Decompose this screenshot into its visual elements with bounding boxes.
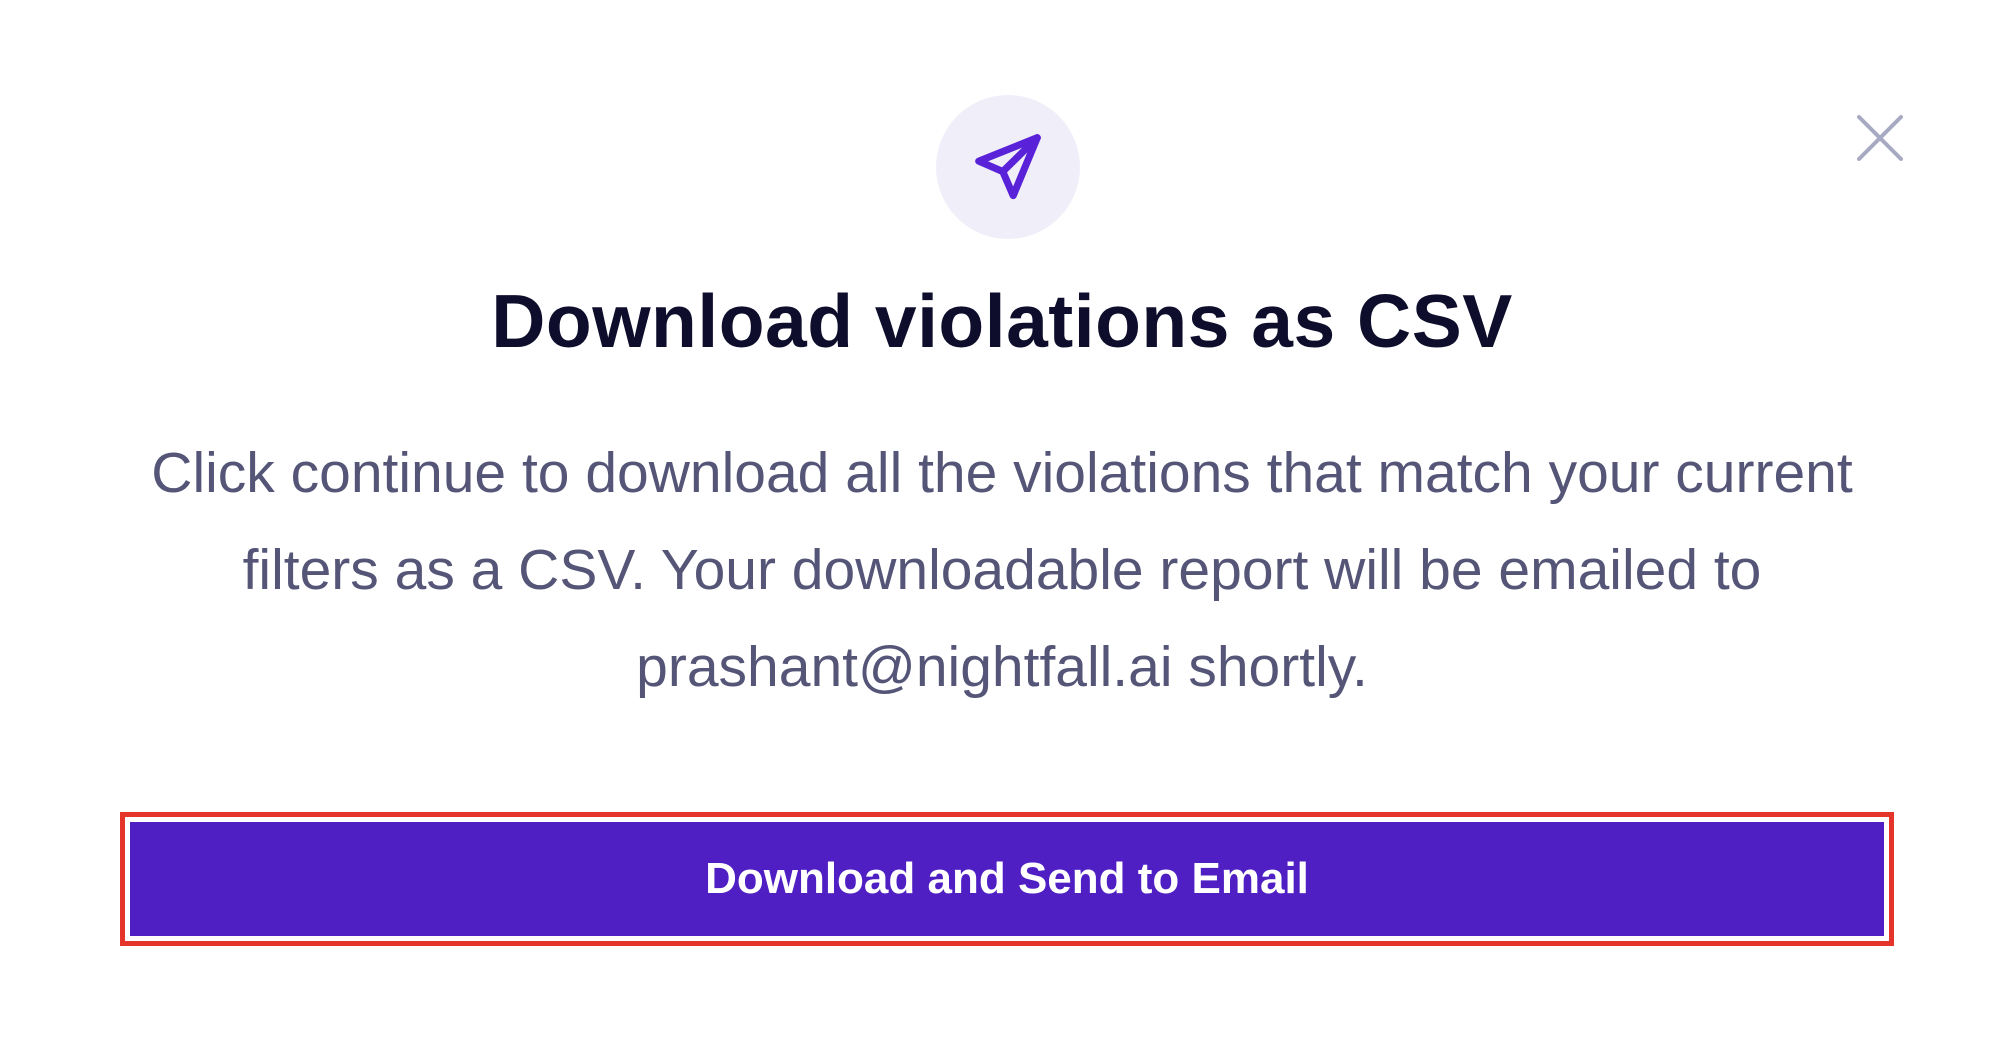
download-csv-dialog: Download violations as CSV Click continu… <box>0 0 2004 1040</box>
download-and-send-button-label: Download and Send to Email <box>705 854 1309 903</box>
download-and-send-button[interactable]: Download and Send to Email <box>130 822 1884 936</box>
close-button[interactable] <box>1852 110 1908 166</box>
dialog-title: Download violations as CSV <box>491 279 1513 363</box>
send-icon <box>975 134 1041 200</box>
close-icon <box>1857 115 1903 161</box>
highlighted-button-frame: Download and Send to Email <box>120 812 1894 946</box>
dialog-description: Click continue to download all the viola… <box>151 441 1853 699</box>
send-icon-badge <box>936 95 1080 239</box>
